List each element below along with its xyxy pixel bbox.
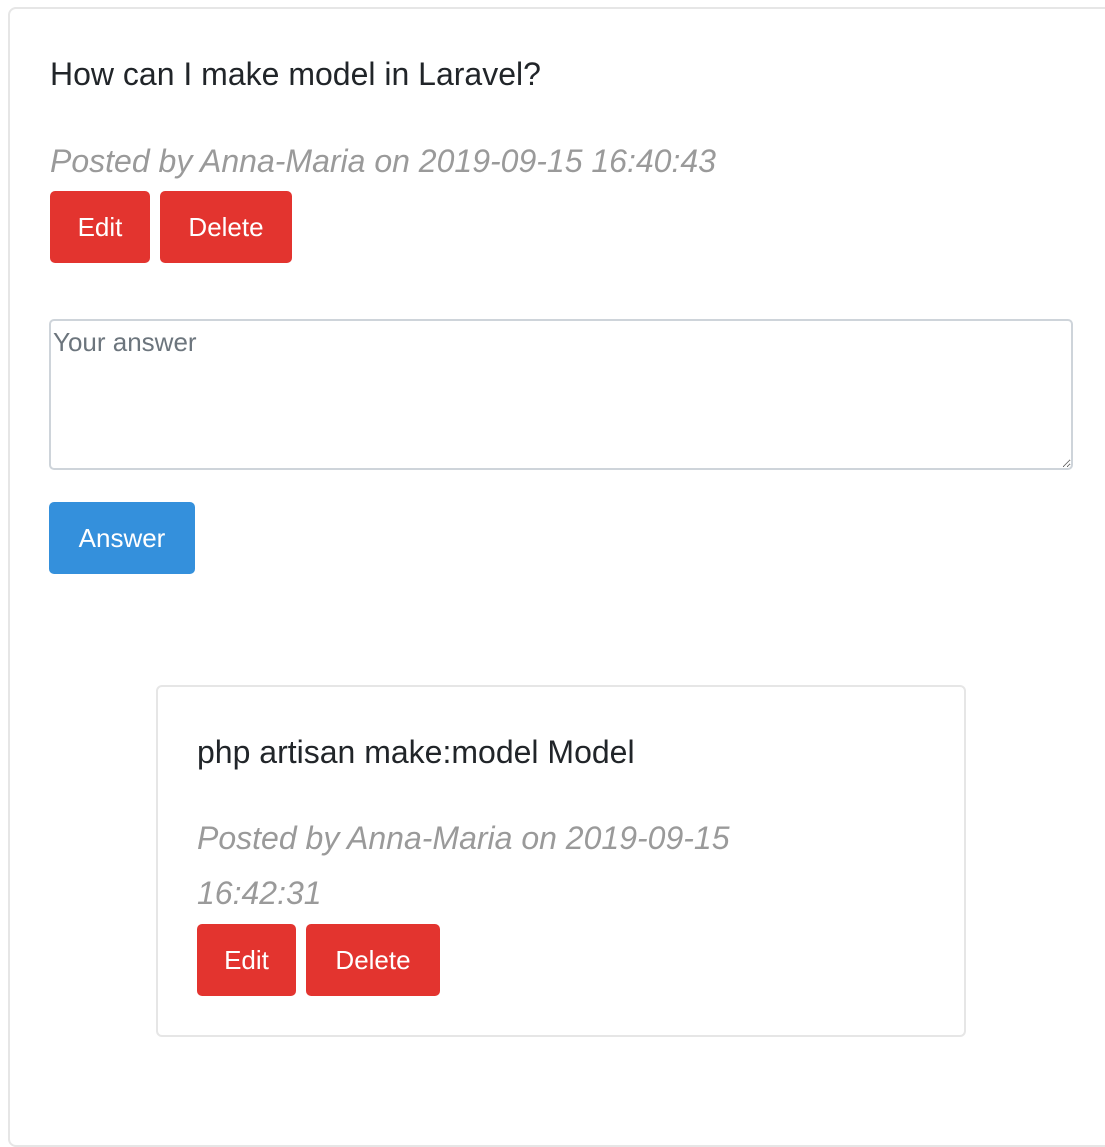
question-delete-button[interactable]: Delete: [160, 191, 292, 263]
question-title: How can I make model in Laravel?: [50, 56, 541, 92]
question-edit-button[interactable]: Edit: [50, 191, 150, 263]
answer-submit-button[interactable]: Answer: [49, 502, 195, 574]
answer-text: php artisan make:model Model: [197, 734, 635, 770]
answer-textarea[interactable]: [49, 319, 1073, 470]
answer-meta: Posted by Anna-Maria on 2019-09-15 16:42…: [197, 820, 730, 911]
answer-edit-button[interactable]: Edit: [197, 924, 296, 996]
answer-delete-button[interactable]: Delete: [306, 924, 440, 996]
question-meta: Posted by Anna-Maria on 2019-09-15 16:40…: [50, 143, 716, 179]
